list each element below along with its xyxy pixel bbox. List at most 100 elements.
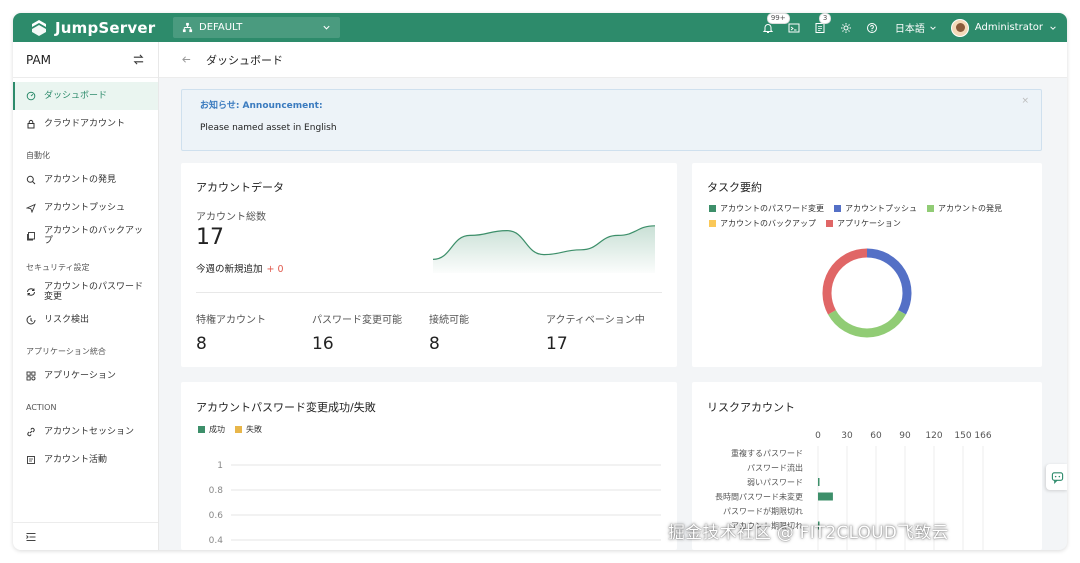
risk-accounts-title: リスクアカウント [707,401,795,414]
risk-bar[interactable] [818,478,820,486]
legend-item[interactable]: アプリケーション [826,218,901,229]
page-title: ダッシュボード [206,53,283,67]
x-tick-label: 60 [870,431,882,441]
account-stat-value: 16 [312,334,334,354]
brand-logo[interactable]: JumpServer [29,17,155,38]
account-stat-label: パスワード変更可能 [312,315,402,326]
legend-item[interactable]: アカウントのバックアップ [709,218,816,229]
user-name: Administrator [974,22,1043,33]
sidebar-item-lock[interactable]: クラウドアカウント [13,110,158,138]
send-icon [26,203,36,213]
account-trend-chart [432,225,656,273]
task-summary-legend: アカウントのパスワード変更 アカウントプッシュ アカウントの発見アカウントのバックア… [709,203,1039,229]
chat-assistant-button[interactable] [1046,464,1067,490]
sidebar-item-key-change[interactable]: アカウントのパスワード変更 [13,278,158,306]
legend-label: アカウントのパスワード変更 [720,204,824,213]
x-tick-label: 30 [841,431,853,441]
user-menu[interactable]: Administrator [950,18,1057,37]
lock-icon [27,119,35,129]
chevron-down-icon [1050,25,1056,30]
app-window: JumpServer DEFAULT 99+ 3 日本語 Administrat… [13,13,1067,550]
category-label: パスワードが期限切れ [723,506,803,516]
sidebar-item-dashboard[interactable]: ダッシュボード [13,82,158,110]
backup-icon [27,232,35,241]
sidebar-item-risk[interactable]: リスク検出 [13,306,158,334]
x-tick-label: 166 [974,431,991,441]
sidebar-item-label: アカウントの発見 [44,175,117,185]
risk-bar[interactable] [818,492,833,501]
legend-item[interactable]: 成功 [198,424,225,435]
sidebar-item-link[interactable]: アカウントセッション [13,418,158,446]
settings-button[interactable] [833,13,859,42]
announcement-banner: お知らせ: Announcement: Please named asset i… [181,89,1042,151]
chevron-down-icon [930,25,936,30]
sidebar-item-send[interactable]: アカウントプッシュ [13,194,158,222]
notifications-button[interactable]: 99+ [755,13,790,42]
top-actions: 99+ 3 日本語 Administrator [755,13,1067,42]
legend-swatch [927,205,934,212]
y-tick-label: 1 [217,461,223,471]
tickets-button[interactable]: 3 [807,13,833,42]
brand-name: JumpServer [55,18,156,37]
category-label: 重複するパスワード [731,448,803,458]
key-change-icon [27,288,35,296]
sidebar-item-label: ダッシュボード [44,91,108,101]
sidebar-item-activity[interactable]: アカウント活動 [13,446,158,474]
chevron-down-icon [323,25,330,30]
donut-slice[interactable] [866,248,912,315]
dashboard-icon [26,91,36,101]
task-summary-title: タスク要約 [707,181,762,194]
help-button[interactable] [859,13,885,42]
new-this-week: 今週の新規追加 + 0 [196,261,284,275]
sidebar-item-label: アプリケーション [44,371,116,381]
account-total-value: 17 [196,225,224,250]
sidebar-item-label: アカウントのバックアップ [44,226,144,246]
org-selector-value: DEFAULT [199,22,243,33]
org-selector[interactable]: DEFAULT [173,17,340,38]
account-stat: アクティベーション中 17 [546,311,645,354]
task-summary-card: タスク要約 アカウントのパスワード変更 アカウントプッシュ アカウントの発見 アカウン… [692,163,1042,367]
sidebar-item-apps[interactable]: アプリケーション [13,362,158,390]
password-change-title: アカウントパスワード変更成功/失敗 [196,401,376,414]
search-icon [26,175,36,185]
switch-view-icon[interactable] [132,53,145,66]
account-stat-label: 特権アカウント [196,315,266,326]
sidebar-section-label: ACTION [26,402,57,412]
x-tick-label: 0 [815,431,821,441]
category-label: パスワード流出 [747,463,803,473]
avatar [950,18,969,37]
donut-slice[interactable] [822,248,868,315]
back-arrow-icon[interactable] [181,54,192,65]
jumpserver-logo-icon [32,19,46,36]
sidebar-section-header: 自動化 [13,138,158,166]
x-tick-label: 150 [954,431,971,441]
sidebar-item-search[interactable]: アカウントの発見 [13,166,158,194]
terminal-button[interactable] [781,13,807,42]
announcement-title: お知らせ: Announcement: [200,101,323,111]
announcement-body: Please named asset in English [200,123,337,133]
close-icon[interactable]: × [1021,96,1029,106]
legend-item[interactable]: アカウントの発見 [927,203,1002,214]
sidebar-item-label: アカウントプッシュ [44,203,126,213]
legend-item[interactable]: アカウントプッシュ [834,203,917,214]
help-icon [866,22,877,33]
tickets-badge: 3 [818,13,832,24]
sidebar-section-header: ACTION [13,390,158,418]
legend-item[interactable]: 失敗 [235,424,262,435]
account-stat-label: アクティベーション中 [546,315,645,326]
activity-icon [27,456,35,464]
sidebar-collapse-button[interactable] [13,522,158,550]
account-data-title: アカウントデータ [196,181,284,194]
legend-label: 成功 [209,425,225,434]
legend-label: アカウントのバックアップ [720,219,816,228]
org-tree-icon [182,22,193,33]
task-summary-donut [822,248,912,338]
language-selector[interactable]: 日本語 [895,20,937,35]
y-tick-label: 0.8 [209,486,224,496]
gear-icon [840,22,851,33]
legend-item[interactable]: アカウントのパスワード変更 [709,203,824,214]
donut-slice[interactable] [828,309,906,338]
sidebar-section-label: 自動化 [26,150,50,160]
sidebar-item-backup[interactable]: アカウントのバックアップ [13,222,158,250]
legend-swatch [198,426,205,433]
